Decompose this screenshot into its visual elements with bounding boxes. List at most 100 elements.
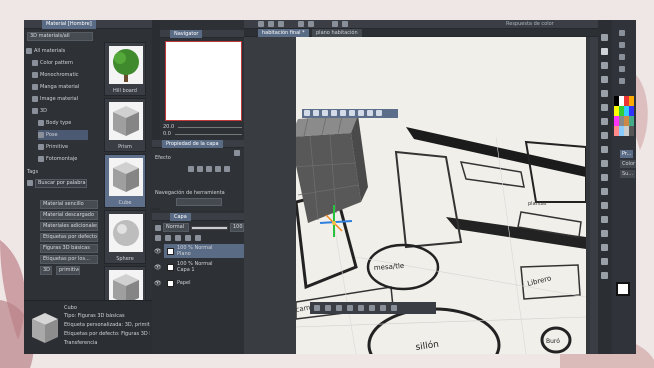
zoom-icon[interactable] — [358, 305, 364, 311]
tab-color[interactable]: Color — [620, 160, 636, 168]
frame-icon[interactable] — [601, 272, 608, 279]
subtool-icon[interactable] — [619, 30, 625, 36]
eraser-icon[interactable] — [601, 90, 608, 97]
tab-layer-property[interactable]: Propiedad de la capa — [162, 140, 223, 148]
material-tile[interactable]: Sphere — [104, 210, 146, 264]
tag-button[interactable]: Figuras 3D básicas — [40, 244, 98, 253]
color-box[interactable] — [616, 282, 630, 296]
zoom-out-icon[interactable] — [347, 305, 353, 311]
eye-icon[interactable]: 👁 — [154, 264, 162, 271]
redo-icon[interactable] — [308, 21, 314, 27]
reset-icon[interactable] — [358, 110, 364, 116]
tag-search-input[interactable]: Buscar por palabra — [35, 178, 87, 188]
undo-icon[interactable] — [298, 21, 304, 27]
light-icon[interactable] — [367, 110, 373, 116]
open-icon[interactable] — [268, 21, 274, 27]
subtool-icon[interactable] — [619, 66, 625, 72]
fit-icon[interactable] — [336, 305, 342, 311]
scale-icon[interactable] — [340, 110, 346, 116]
settings-icon[interactable] — [332, 21, 338, 27]
subtool-icon[interactable] — [619, 78, 625, 84]
tree-item[interactable]: Primitive — [38, 142, 68, 152]
text-icon[interactable] — [601, 118, 608, 125]
move-icon[interactable] — [601, 48, 608, 55]
tree-item[interactable]: Color pattern — [32, 58, 73, 68]
eye-icon[interactable]: 👁 — [154, 280, 162, 287]
tree-item[interactable]: 3D — [32, 106, 47, 116]
effect-icon-1[interactable] — [188, 165, 194, 172]
clip-icon[interactable] — [175, 235, 181, 241]
lock-icon[interactable] — [185, 235, 191, 241]
mask-icon[interactable] — [195, 235, 201, 241]
layer-options-icon[interactable] — [155, 224, 161, 231]
grid-icon[interactable] — [342, 21, 348, 27]
effect-icon-4[interactable] — [215, 165, 221, 172]
blend-mode-select[interactable]: Normal — [163, 223, 189, 232]
tag-button[interactable]: Material descargado — [40, 211, 98, 220]
material-tile[interactable]: Hill board — [104, 42, 146, 96]
tree-item[interactable]: Fotomontaje — [38, 154, 77, 164]
opacity-value[interactable]: 100 — [230, 223, 244, 232]
tree-item[interactable]: Body type — [38, 118, 71, 128]
folder-icon[interactable] — [165, 235, 171, 241]
tag-button[interactable]: Material sencillo — [40, 200, 98, 209]
tree-item[interactable]: Image material — [32, 94, 78, 104]
tag-button[interactable]: 3D — [40, 266, 52, 275]
tab-navigator[interactable]: Navigator — [170, 30, 203, 38]
operation-icon[interactable] — [601, 258, 608, 265]
tree-item[interactable]: Manga material — [32, 82, 79, 92]
eye-icon[interactable]: 👁 — [154, 248, 162, 255]
decoration-icon[interactable] — [601, 216, 608, 223]
flip-icon[interactable] — [369, 305, 375, 311]
subtool-icon[interactable] — [619, 42, 625, 48]
tool-nav-button[interactable] — [176, 198, 222, 206]
eyedropper-icon[interactable] — [601, 244, 608, 251]
tab-properties[interactable]: Pr... — [620, 150, 634, 158]
pen-icon[interactable] — [601, 62, 608, 69]
effect-icon-2[interactable] — [197, 165, 203, 172]
reset-view-icon[interactable] — [391, 305, 397, 311]
rotate-view-icon[interactable] — [380, 305, 386, 311]
next-icon[interactable] — [325, 305, 331, 311]
lasso-icon[interactable] — [601, 230, 608, 237]
tree-item[interactable]: All materials — [26, 46, 65, 56]
tag-button[interactable]: Etiquetas por defecto — [40, 233, 98, 242]
material-path[interactable]: 3D materials/all — [27, 31, 93, 41]
rotate-icon[interactable] — [322, 110, 328, 116]
tab-material[interactable]: Material [Hombre] — [42, 20, 96, 29]
effect-icon-3[interactable] — [206, 165, 212, 172]
selection-icon[interactable] — [601, 132, 608, 139]
new-canvas-icon[interactable] — [258, 21, 264, 27]
zoom-icon[interactable] — [601, 34, 608, 41]
tag-button[interactable]: Materiales adicionales — [40, 222, 98, 231]
save-icon[interactable] — [278, 21, 284, 27]
material-tile[interactable]: Prism — [104, 98, 146, 152]
brush-icon[interactable] — [601, 76, 608, 83]
figure-icon[interactable] — [601, 160, 608, 167]
airbrush-icon[interactable] — [601, 202, 608, 209]
tab-layer[interactable]: Capa — [170, 213, 191, 221]
tree-item[interactable]: Pose — [38, 130, 88, 140]
layer-row[interactable]: 👁 Papel — [154, 276, 244, 290]
tag-button[interactable]: Etiquetas por los... — [40, 255, 98, 264]
effect-icon-5[interactable] — [224, 165, 230, 172]
gradient-icon[interactable] — [601, 174, 608, 181]
pan-icon[interactable] — [313, 110, 319, 116]
layer-row[interactable]: 👁 100 % Normal Capa 1 — [154, 260, 244, 274]
new-layer-icon[interactable] — [155, 235, 161, 241]
tree-item[interactable]: Monochromatic — [32, 70, 79, 80]
layer-row[interactable]: 👁 100 % Normal Plano — [154, 244, 244, 258]
prev-icon[interactable] — [314, 305, 320, 311]
tag-button[interactable]: primitivo — [56, 266, 80, 275]
tab-canvas-2[interactable]: plano habitación — [312, 29, 362, 37]
camera-icon[interactable] — [304, 110, 310, 116]
vertical-scrollbar[interactable] — [590, 37, 598, 354]
subtool-icon[interactable] — [619, 54, 625, 60]
move-icon[interactable] — [331, 110, 337, 116]
bucket-icon[interactable] — [601, 104, 608, 111]
blend-icon[interactable] — [601, 188, 608, 195]
ground-icon[interactable] — [349, 110, 355, 116]
ruler-icon[interactable] — [601, 146, 608, 153]
tab-canvas-1[interactable]: habitación final * — [258, 29, 309, 37]
options-icon[interactable] — [376, 110, 382, 116]
